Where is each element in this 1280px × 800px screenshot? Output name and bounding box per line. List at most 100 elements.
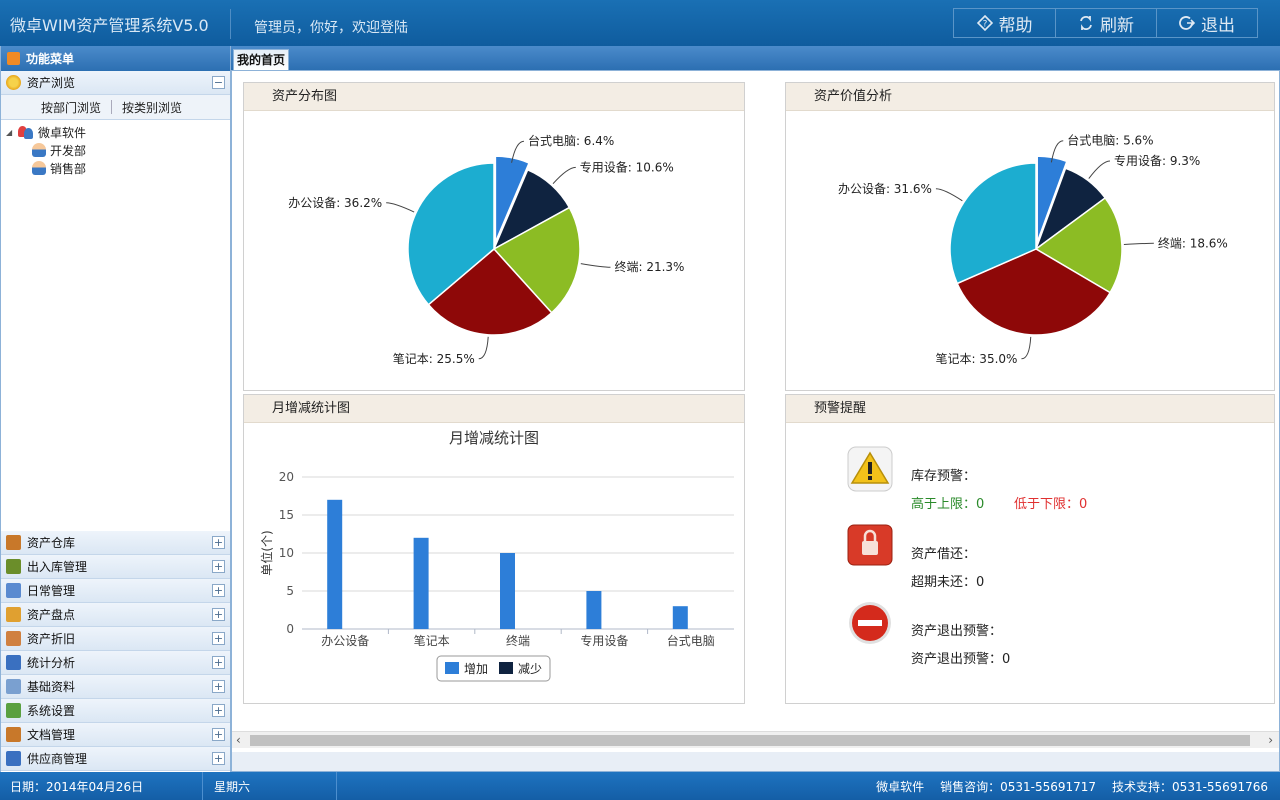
sidebar-item-6[interactable]: 基础资料 + [1, 675, 230, 699]
logout-button[interactable]: 退出 [1156, 9, 1257, 37]
sidebar-item-9[interactable]: 供应商管理 + [1, 747, 230, 771]
pie-label: 办公设备: 31.6% [838, 181, 932, 196]
stock-low-count: 低于下限：0 [1014, 497, 1088, 512]
header-divider [230, 9, 231, 39]
sales-phone: 销售咨询：0531-55691717 [940, 780, 1097, 794]
pie-leader-line [386, 202, 415, 213]
lock-icon [847, 524, 893, 566]
sidebar-item-4[interactable]: 资产折旧 + [1, 627, 230, 651]
help-button[interactable]: ? 帮助 [954, 9, 1055, 37]
expand-toggle[interactable]: + [212, 656, 225, 669]
status-divider [202, 772, 203, 800]
expand-toggle[interactable]: + [212, 536, 225, 549]
pie-leader-line [1088, 160, 1111, 179]
tab-divider [111, 100, 113, 114]
menu-item-icon [6, 631, 21, 646]
expand-toggle[interactable]: + [212, 608, 225, 621]
tree-node-root[interactable]: ◢ 微卓软件 [6, 123, 230, 141]
help-label: 帮助 [998, 15, 1033, 36]
pie-label: 台式电脑: 5.6% [1067, 133, 1153, 148]
panel-title: 资产分布图 [244, 83, 744, 111]
header-toolbar: ? 帮助 刷新 退出 [953, 8, 1258, 38]
borrow-overdue-count: 超期未还：0 [911, 575, 985, 590]
x-tick-label: 笔记本 [414, 633, 450, 648]
sidebar-item-asset-browse[interactable]: 资产浏览 − [1, 71, 230, 95]
app-header: 微卓WIM资产管理系统V5.0 管理员，你好，欢迎登陆 ? 帮助 刷新 退出 [0, 0, 1280, 46]
sidebar-item-label: 供应商管理 [27, 752, 88, 766]
sidebar-item-label: 资产盘点 [27, 608, 76, 622]
tree-node-sales[interactable]: 销售部 [6, 159, 230, 177]
scrollbar-thumb[interactable] [250, 735, 1250, 746]
horizontal-scrollbar[interactable]: ‹ › [232, 731, 1279, 748]
bar-增加 [327, 499, 343, 629]
y-tick-label: 0 [286, 622, 294, 636]
bar-增加 [672, 606, 688, 629]
expand-toggle[interactable]: + [212, 632, 225, 645]
exit-warning-count: 资产退出预警：0 [911, 652, 1011, 667]
sidebar-item-label: 资产浏览 [27, 76, 76, 90]
bar-增加 [500, 553, 515, 629]
pie-label: 办公设备: 36.2% [288, 195, 382, 210]
collapse-toggle[interactable]: − [212, 76, 225, 89]
expand-toggle[interactable]: + [212, 728, 225, 741]
x-tick-label: 办公设备 [321, 633, 369, 648]
expand-toggle[interactable]: + [212, 680, 225, 693]
expand-toggle[interactable]: + [212, 752, 225, 765]
pie-label: 专用设备: 9.3% [1114, 153, 1200, 168]
asset-browse-icon [6, 75, 21, 90]
sidebar-item-5[interactable]: 统计分析 + [1, 651, 230, 675]
sidebar: 功能菜单 资产浏览 − 按部门浏览 按类别浏览 ◢ 微卓软件 开发部 销售部 资… [0, 46, 231, 772]
menu-item-icon [6, 535, 21, 550]
scroll-right-icon[interactable]: › [1268, 733, 1273, 747]
sidebar-item-7[interactable]: 系统设置 + [1, 699, 230, 723]
pie-leader-line [580, 263, 611, 268]
sidebar-item-label: 日常管理 [27, 584, 76, 598]
sidebar-item-0[interactable]: 资产仓库 + [1, 531, 230, 555]
panel-title: 资产价值分析 [786, 83, 1274, 111]
refresh-button[interactable]: 刷新 [1055, 9, 1156, 37]
bar-增加 [586, 591, 602, 629]
bar-增加 [413, 537, 429, 629]
sidebar-header: 功能菜单 [1, 46, 230, 71]
pie-label: 终端: 21.3% [614, 259, 684, 274]
chart-title: 月增减统计图 [449, 429, 539, 447]
sidebar-item-1[interactable]: 出入库管理 + [1, 555, 230, 579]
stock-warning-title: 库存预警： [911, 469, 977, 484]
status-divider [336, 772, 337, 800]
warning-triangle-icon [847, 446, 893, 492]
menu-item-icon [6, 655, 21, 670]
expand-toggle[interactable]: + [212, 704, 225, 717]
menu-item-icon [6, 751, 21, 766]
warning-panel: 预警提醒 库存预警： 高于上限：0 低于下限：0 资产借还： 超期未还：0 资产… [785, 394, 1275, 704]
pie-label: 笔记本: 35.0% [935, 351, 1017, 366]
pie-leader-line [1123, 242, 1154, 245]
pie-label: 台式电脑: 6.4% [528, 133, 614, 148]
scroll-left-icon[interactable]: ‹ [236, 733, 241, 747]
tree-collapse-caret-icon[interactable]: ◢ [6, 128, 14, 137]
expand-toggle[interactable]: + [212, 560, 225, 573]
tab-browse-by-category[interactable]: 按类别浏览 [122, 99, 182, 116]
menu-item-icon [6, 607, 21, 622]
tree-node-dev[interactable]: 开发部 [6, 141, 230, 159]
sidebar-item-label: 文档管理 [27, 728, 76, 742]
pie-leader-line [1021, 336, 1032, 360]
logout-label: 退出 [1201, 15, 1235, 36]
tab-home[interactable]: 我的首页 [233, 49, 290, 70]
tab-browse-by-department[interactable]: 按部门浏览 [41, 99, 101, 116]
x-tick-label: 台式电脑 [667, 633, 715, 648]
rss-icon [7, 52, 20, 65]
value-panel: 资产价值分析 台式电脑: 5.6% 专用设备: 9.3% 终端: 18.6% 笔记本:… [785, 82, 1275, 391]
sidebar-item-3[interactable]: 资产盘点 + [1, 603, 230, 627]
borrow-warning-title: 资产借还： [911, 547, 977, 562]
sidebar-item-label: 资产仓库 [27, 536, 76, 550]
legend-swatch [445, 662, 459, 674]
menu-item-icon [6, 703, 21, 718]
expand-toggle[interactable]: + [212, 584, 225, 597]
sidebar-item-label: 出入库管理 [27, 560, 88, 574]
sidebar-item-8[interactable]: 文档管理 + [1, 723, 230, 747]
tree-node-label: 开发部 [50, 143, 87, 158]
monthly-bar-chart: 月增减统计图 0 5 10 15 20 单位(个) 办公设备 笔记本 终端 专用设备 台式电脑增加 减少 [259, 429, 734, 682]
sidebar-item-2[interactable]: 日常管理 + [1, 579, 230, 603]
legend-label: 减少 [518, 662, 542, 676]
main-content: 资产分布图 台式电脑: 6.4% 专用设备: 10.6% 终端: 21.3% 笔记本:… [231, 70, 1280, 772]
